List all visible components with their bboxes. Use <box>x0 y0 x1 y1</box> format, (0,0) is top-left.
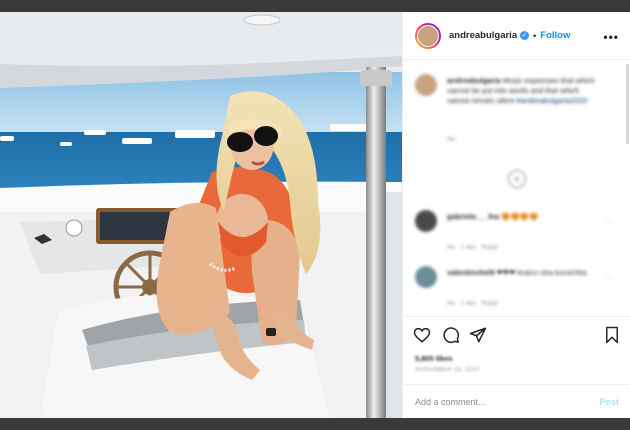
comment-text: gabriela___fea 😍😍😍😍 <box>447 212 597 222</box>
lightbox-bottom-backdrop <box>0 418 630 430</box>
post-actions-bar <box>403 316 630 352</box>
caption-username[interactable]: andreabulgaria <box>447 76 501 85</box>
comment-item: valentinchel9 ❤❤❤ kratco utra kurvichka … <box>415 266 615 310</box>
author-username[interactable]: andreabulgaria <box>449 30 517 41</box>
save-bookmark-icon[interactable] <box>603 326 621 344</box>
verified-badge-icon: ✓ <box>520 31 530 40</box>
like-heart-icon[interactable] <box>413 326 431 344</box>
post-comment-button[interactable]: Post <box>599 397 619 407</box>
comment-bubble-icon[interactable] <box>442 326 460 344</box>
comment-username[interactable]: valentinchel9 <box>447 268 495 277</box>
comment-like-icon[interactable]: ♡ <box>605 274 613 283</box>
load-more-comments-icon[interactable]: + <box>508 170 526 188</box>
caption-item: andreabulgaria Music expresses that whic… <box>415 74 615 144</box>
caption-time: 9w <box>447 136 456 143</box>
comment-avatar[interactable] <box>415 210 437 232</box>
post-date: NOVEMBER 15, 2020 <box>415 367 480 373</box>
comment-text: valentinchel9 ❤❤❤ kratco utra kurvichka <box>447 268 597 278</box>
comment-item: gabriela___fea 😍😍😍😍 9w 1 like Reply ♡ <box>415 210 615 254</box>
lightbox-top-backdrop <box>0 0 630 12</box>
comments-scrollbar[interactable] <box>626 64 629 144</box>
comment-body: ❤❤❤ kratco utra kurvichka <box>496 268 587 277</box>
comment-reply-button[interactable]: Reply <box>481 300 498 307</box>
likes-count[interactable]: 5,805 likes <box>415 354 453 363</box>
caption-hashtag[interactable]: #andreabulgaria2020 <box>516 96 587 105</box>
post-photo[interactable] <box>0 12 402 418</box>
add-comment-input[interactable] <box>415 396 600 407</box>
post-header: andreabulgaria ✓ • Follow ••• <box>403 12 630 60</box>
caption-text: andreabulgaria Music expresses that whic… <box>447 76 597 106</box>
comment-username[interactable]: gabriela___fea <box>447 212 499 221</box>
comment-meta: 9w 1 like Reply <box>447 244 498 251</box>
caption-avatar[interactable] <box>415 74 437 96</box>
comment-likes[interactable]: 1 like <box>461 300 476 307</box>
post-side-panel: andreabulgaria ✓ • Follow ••• andreabulg… <box>402 12 630 418</box>
comment-likes[interactable]: 1 like <box>461 244 476 251</box>
author-avatar[interactable] <box>415 22 441 49</box>
more-options-icon[interactable]: ••• <box>603 30 619 44</box>
comment-body: 😍😍😍😍 <box>501 212 539 221</box>
comment-avatar[interactable] <box>415 266 437 288</box>
follow-button[interactable]: Follow <box>540 30 570 41</box>
comment-like-icon[interactable]: ♡ <box>605 218 613 227</box>
share-paper-plane-icon[interactable] <box>469 326 487 344</box>
photo-illustration <box>0 12 402 418</box>
add-comment-bar: Post <box>403 384 630 418</box>
comment-time: 9w <box>447 300 456 307</box>
separator-dot: • <box>533 30 537 41</box>
comments-list: andreabulgaria Music expresses that whic… <box>403 60 630 316</box>
comment-reply-button[interactable]: Reply <box>481 244 498 251</box>
comment-time: 9w <box>447 244 456 251</box>
comment-meta: 9w 1 like Reply <box>447 300 498 307</box>
